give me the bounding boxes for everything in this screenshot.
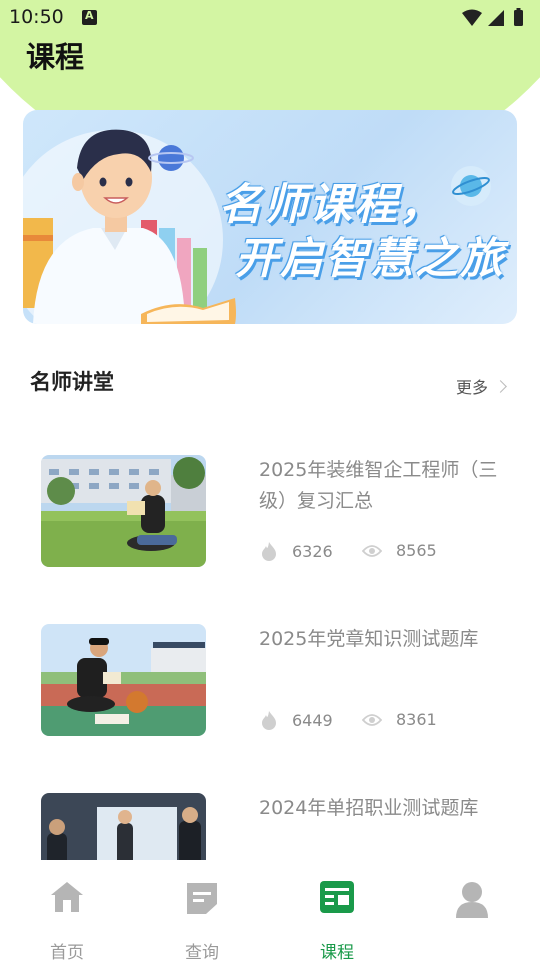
- signal-icon: [488, 10, 504, 26]
- course-item[interactable]: 2025年装维智企工程师（三级）复习汇总 6326 8565: [0, 455, 540, 575]
- views-value: 8565: [396, 541, 437, 560]
- course-thumbnail: [41, 624, 206, 736]
- view-count: 8361: [362, 710, 437, 729]
- hot-count: 6326: [260, 541, 333, 561]
- hot-value: 6326: [292, 541, 333, 561]
- status-icons: [462, 8, 523, 26]
- more-label: 更多: [456, 378, 489, 397]
- nav-home-label: 首页: [50, 943, 84, 960]
- course-item[interactable]: 2025年党章知识测试题库 6449 8361: [0, 624, 540, 744]
- nav-profile[interactable]: [432, 878, 512, 948]
- nav-query[interactable]: 查询: [162, 878, 242, 960]
- battery-icon: [514, 10, 523, 26]
- course-icon: [320, 881, 354, 913]
- nav-query-label: 查询: [185, 943, 219, 960]
- status-bar: 10:50: [0, 0, 540, 36]
- hot-count: 6449: [260, 710, 333, 730]
- course-thumbnail: [41, 455, 206, 567]
- course-title: 2025年党章知识测试题库: [259, 628, 479, 650]
- course-title: 2025年装维智企工程师（三级）复习汇总: [259, 459, 498, 512]
- eye-icon: [362, 713, 382, 726]
- banner-headline: 名师课程，: [219, 180, 444, 230]
- fire-icon: [262, 711, 276, 730]
- eye-icon: [362, 544, 382, 557]
- notification-icon: [82, 9, 97, 25]
- views-value: 8361: [396, 710, 437, 729]
- hot-value: 6449: [292, 710, 333, 730]
- promo-banner[interactable]: 名师课程， 开启智慧之旅: [23, 110, 517, 324]
- section-title: 名师讲堂: [30, 370, 114, 394]
- wifi-icon: [462, 9, 482, 26]
- document-icon: [187, 883, 217, 914]
- profile-icon: [456, 882, 488, 918]
- more-link[interactable]: 更多: [456, 374, 507, 398]
- home-icon: [51, 882, 83, 912]
- banner-subheadline: 开启智慧之旅: [235, 234, 505, 284]
- nav-course[interactable]: 课程: [297, 878, 377, 960]
- bottom-navigation: 首页 查询 课程: [0, 860, 540, 960]
- status-time: 10:50: [9, 6, 64, 28]
- nav-course-label: 课程: [320, 943, 354, 960]
- course-title: 2024年单招职业测试题库: [259, 797, 479, 819]
- fire-icon: [262, 542, 276, 561]
- page-title: 课程: [26, 40, 85, 74]
- view-count: 8565: [362, 541, 437, 560]
- nav-home[interactable]: 首页: [27, 878, 107, 960]
- chevron-right-icon: [494, 379, 507, 393]
- planet-icon: [451, 166, 491, 206]
